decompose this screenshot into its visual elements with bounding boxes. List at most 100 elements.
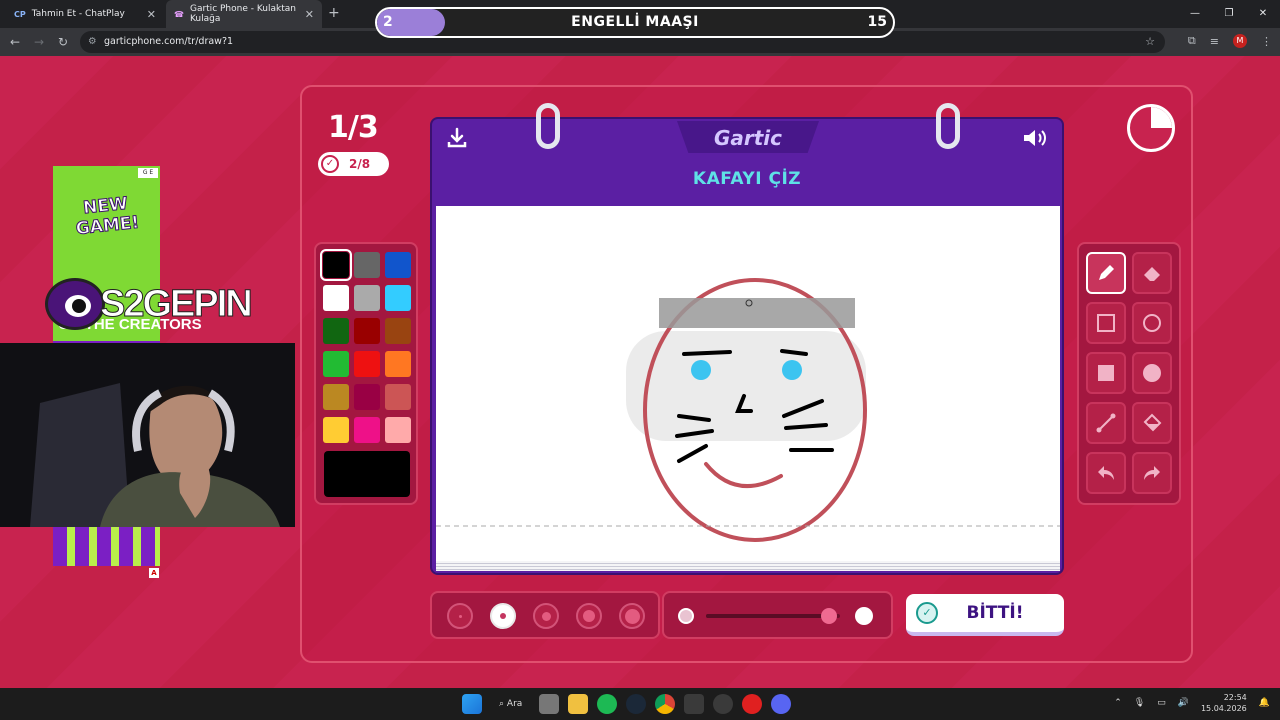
chevron-up-icon[interactable]: ⌃	[1114, 698, 1122, 708]
close-tab-icon[interactable]: ✕	[305, 8, 314, 21]
brush-dot-icon	[583, 610, 595, 622]
new-tab-icon[interactable]: +	[328, 5, 340, 21]
clock-time: 22:54	[1223, 693, 1247, 702]
color-swatch[interactable]	[385, 384, 411, 410]
color-swatch[interactable]	[323, 351, 349, 377]
microphone-icon[interactable]: 🎙	[1134, 698, 1145, 708]
brush-dot-icon	[458, 614, 462, 618]
brush-size-3[interactable]	[533, 603, 559, 629]
color-swatch[interactable]	[354, 318, 380, 344]
color-swatch[interactable]	[385, 351, 411, 377]
right-eye	[782, 360, 802, 380]
discord-icon[interactable]	[771, 694, 792, 714]
current-color-preview	[324, 451, 410, 497]
pencil-icon	[1099, 265, 1114, 280]
color-swatch[interactable]	[323, 384, 349, 410]
task-view-icon[interactable]	[539, 694, 560, 714]
restore-icon[interactable]: ❐	[1212, 0, 1246, 28]
color-swatch[interactable]	[385, 252, 411, 278]
youtube-music-icon[interactable]	[742, 694, 763, 714]
color-swatch[interactable]	[323, 285, 349, 311]
ellipse-outline-tool[interactable]	[1132, 302, 1172, 344]
media-icon[interactable]: ≡	[1210, 35, 1219, 48]
profile-avatar[interactable]: M	[1233, 34, 1247, 48]
windows-taskbar: ⌕ Ara ⌃ 🎙 ▭ 🔊 22:54 15.04.2026 🔔	[0, 688, 1280, 720]
circle-fill-icon	[1143, 364, 1161, 382]
square-outline-icon	[1097, 314, 1115, 332]
color-swatch[interactable]	[385, 417, 411, 443]
network-icon[interactable]: ▭	[1157, 698, 1166, 708]
forward-icon[interactable]: →	[34, 35, 44, 49]
redo-tool[interactable]	[1132, 452, 1172, 494]
paint-bucket-icon	[1143, 413, 1162, 432]
minimize-icon[interactable]: —	[1178, 0, 1212, 28]
opacity-handle[interactable]	[821, 608, 838, 624]
rectangle-fill-tool[interactable]	[1086, 352, 1126, 394]
bookmark-star-icon[interactable]: ☆	[1145, 31, 1155, 53]
menu-icon[interactable]: ⋮	[1261, 35, 1272, 48]
search-label: Ara	[506, 699, 523, 709]
color-swatch[interactable]	[320, 249, 352, 281]
download-icon[interactable]	[446, 127, 468, 149]
brush-size-1[interactable]	[447, 603, 473, 629]
color-swatch[interactable]	[354, 417, 380, 443]
opacity-slider[interactable]	[662, 591, 893, 639]
site-info-icon[interactable]: ⚙	[88, 31, 97, 53]
close-tab-icon[interactable]: ✕	[147, 8, 156, 21]
volume-icon[interactable]: 🔊	[1178, 698, 1189, 708]
color-swatch[interactable]	[354, 384, 380, 410]
reload-icon[interactable]: ↻	[58, 35, 68, 49]
line-tool[interactable]	[1086, 402, 1126, 444]
clock[interactable]: 22:54 15.04.2026	[1201, 692, 1247, 714]
chrome-icon[interactable]	[655, 694, 676, 714]
color-swatch[interactable]	[354, 351, 380, 377]
app-icon[interactable]	[684, 694, 705, 714]
color-swatch[interactable]	[385, 318, 411, 344]
left-eyebrow	[682, 350, 732, 356]
done-button[interactable]: ✓ BİTTİ!	[906, 594, 1064, 636]
color-swatch[interactable]	[323, 318, 349, 344]
players-done-badge: ✓ 2/8	[318, 152, 389, 176]
eraser-tool[interactable]	[1132, 252, 1172, 294]
start-icon[interactable]	[462, 694, 482, 714]
brush-dot-icon	[624, 608, 640, 624]
close-window-icon[interactable]: ✕	[1246, 0, 1280, 28]
undo-tool[interactable]	[1086, 452, 1126, 494]
pencil-tool[interactable]	[1086, 252, 1126, 294]
color-swatch[interactable]	[323, 417, 349, 443]
color-palette	[314, 242, 418, 505]
steam-icon[interactable]	[626, 694, 647, 714]
extensions-icon[interactable]: ⧉	[1188, 34, 1196, 48]
check-icon: ✓	[916, 602, 938, 624]
file-explorer-icon[interactable]	[568, 694, 589, 714]
drawing-canvas[interactable]	[436, 206, 1060, 561]
square-fill-icon	[1098, 365, 1114, 381]
drawing-notebook: Gartic KAFAYI ÇİZ	[430, 103, 1064, 575]
streamer-owl-icon	[45, 278, 105, 330]
logo-plate: Gartic	[677, 121, 819, 153]
app-icon[interactable]	[713, 694, 734, 714]
rectangle-outline-tool[interactable]	[1086, 302, 1126, 344]
sound-icon[interactable]	[1022, 127, 1048, 149]
back-icon[interactable]: ←	[10, 35, 20, 49]
brush-size-4[interactable]	[576, 603, 602, 629]
taskbar-search[interactable]: ⌕ Ara	[491, 694, 530, 714]
spotify-icon[interactable]	[597, 694, 618, 714]
opacity-track[interactable]	[706, 608, 840, 624]
brush-size-5[interactable]	[619, 603, 645, 629]
ad-stripes	[53, 526, 160, 566]
webcam-image	[0, 343, 295, 527]
notebook-header: Gartic KAFAYI ÇİZ	[432, 119, 1062, 204]
browser-tab-chatplay[interactable]: CP Tahmin Et - ChatPlay ✕	[6, 0, 164, 28]
browser-tab-gartic[interactable]: ☎ Gartic Phone - Kulaktan Kulağa ✕	[166, 0, 322, 28]
color-swatch[interactable]	[354, 285, 380, 311]
check-icon: ✓	[321, 155, 339, 173]
webcam-feed	[0, 343, 295, 527]
color-swatch[interactable]	[354, 252, 380, 278]
ellipse-fill-tool[interactable]	[1132, 352, 1172, 394]
color-swatch[interactable]	[385, 285, 411, 311]
brush-size-2[interactable]	[490, 603, 516, 629]
url-text: garticphone.com/tr/draw?1	[104, 36, 234, 47]
notification-bell-icon[interactable]: 🔔	[1259, 698, 1270, 708]
bucket-tool[interactable]	[1132, 402, 1172, 444]
